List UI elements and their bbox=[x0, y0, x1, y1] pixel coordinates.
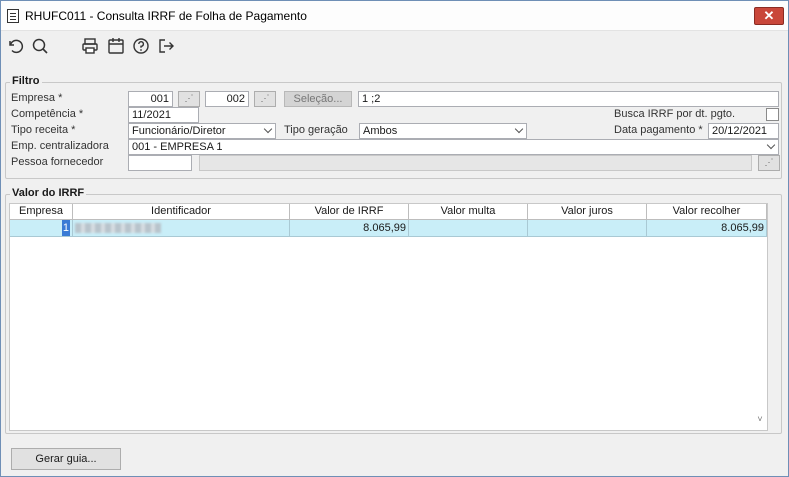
busca-irrf-checkbox[interactable] bbox=[766, 108, 779, 121]
scroll-down-icon[interactable]: ˅ bbox=[755, 414, 765, 424]
chevron-down-icon bbox=[263, 124, 273, 134]
empresa-2-lookup-button[interactable]: ⋰ bbox=[254, 91, 276, 107]
title-bar: RHUFC011 - Consulta IRRF de Folha de Pag… bbox=[1, 1, 788, 31]
column-header-valor-multa[interactable]: Valor multa bbox=[409, 204, 528, 220]
window-title: RHUFC011 - Consulta IRRF de Folha de Pag… bbox=[25, 9, 307, 23]
pessoa-fornecedor-code-field[interactable] bbox=[128, 155, 192, 171]
irrf-table: Empresa Identificador Valor de IRRF Valo… bbox=[9, 203, 768, 431]
empresa-label: Empresa * bbox=[11, 92, 63, 104]
pessoa-fornecedor-label: Pessoa fornecedor bbox=[11, 156, 104, 168]
gerar-guia-button[interactable]: Gerar guia... bbox=[11, 448, 121, 470]
competencia-field[interactable]: 11/2021 bbox=[128, 107, 199, 123]
empresa-1-lookup-button[interactable]: ⋰ bbox=[178, 91, 200, 107]
cell-valor-recolher[interactable]: 8.065,99 bbox=[647, 220, 767, 237]
exit-icon[interactable] bbox=[157, 37, 175, 55]
document-icon bbox=[7, 9, 19, 23]
emp-centralizadora-select[interactable]: 001 - EMPRESA 1 bbox=[128, 139, 779, 155]
cell-identificador[interactable] bbox=[73, 220, 290, 237]
chevron-down-icon bbox=[766, 140, 776, 150]
chevron-down-icon bbox=[514, 124, 524, 134]
cell-valor-multa[interactable] bbox=[409, 220, 528, 237]
undo-icon[interactable] bbox=[6, 37, 24, 55]
main-window: RHUFC011 - Consulta IRRF de Folha de Pag… bbox=[0, 0, 789, 477]
tipo-receita-value: Funcionário/Diretor bbox=[132, 125, 226, 137]
busca-irrf-label: Busca IRRF por dt. pgto. bbox=[614, 108, 736, 120]
valor-irrf-legend: Valor do IRRF bbox=[10, 187, 87, 199]
empresa-1-field[interactable]: 001 bbox=[128, 91, 173, 107]
help-icon[interactable] bbox=[132, 37, 150, 55]
data-pagamento-field[interactable]: 20/12/2021 bbox=[708, 123, 779, 139]
tipo-receita-select[interactable]: Funcionário/Diretor bbox=[128, 123, 276, 139]
tipo-receita-label: Tipo receita * bbox=[11, 124, 76, 136]
pessoa-fornecedor-lookup-button[interactable]: ⋰ bbox=[758, 155, 780, 171]
table-row[interactable]: 1 8.065,99 8.065,99 bbox=[10, 220, 767, 238]
close-button[interactable]: ✕ bbox=[754, 7, 784, 25]
cell-empresa-value: 1 bbox=[61, 220, 70, 236]
column-header-empresa[interactable]: Empresa bbox=[10, 204, 73, 220]
tipo-geracao-select[interactable]: Ambos bbox=[359, 123, 527, 139]
search-icon[interactable] bbox=[31, 37, 49, 55]
column-header-valor-recolher[interactable]: Valor recolher bbox=[647, 204, 767, 220]
tipo-geracao-value: Ambos bbox=[363, 125, 398, 137]
filtro-legend: Filtro bbox=[10, 75, 42, 87]
data-pagamento-label: Data pagamento * bbox=[614, 124, 703, 136]
competencia-label: Competência * bbox=[11, 108, 84, 120]
selecao-button[interactable]: Seleção... bbox=[284, 91, 352, 107]
column-header-identificador[interactable]: Identificador bbox=[73, 204, 290, 220]
cell-empresa[interactable]: 1 bbox=[10, 220, 73, 237]
toolbar bbox=[1, 31, 788, 61]
cell-valor-juros[interactable] bbox=[528, 220, 647, 237]
empresa-2-field[interactable]: 002 bbox=[205, 91, 249, 107]
cell-valor-irrf[interactable]: 8.065,99 bbox=[290, 220, 409, 237]
pessoa-fornecedor-name-field bbox=[199, 155, 752, 171]
selecao-field[interactable]: 1 ;2 bbox=[358, 91, 779, 107]
emp-centralizadora-value: 001 - EMPRESA 1 bbox=[132, 141, 223, 153]
emp-centralizadora-label: Emp. centralizadora bbox=[11, 140, 109, 152]
calendar-icon[interactable] bbox=[107, 37, 125, 55]
scroll-up-icon[interactable]: ˄ bbox=[755, 224, 765, 234]
redacted-identificador bbox=[75, 223, 161, 233]
column-header-valor-irrf[interactable]: Valor de IRRF bbox=[290, 204, 409, 220]
column-header-valor-juros[interactable]: Valor juros bbox=[528, 204, 647, 220]
table-header: Empresa Identificador Valor de IRRF Valo… bbox=[10, 204, 767, 220]
tipo-geracao-label: Tipo geração bbox=[284, 124, 348, 136]
print-icon[interactable] bbox=[81, 37, 99, 55]
